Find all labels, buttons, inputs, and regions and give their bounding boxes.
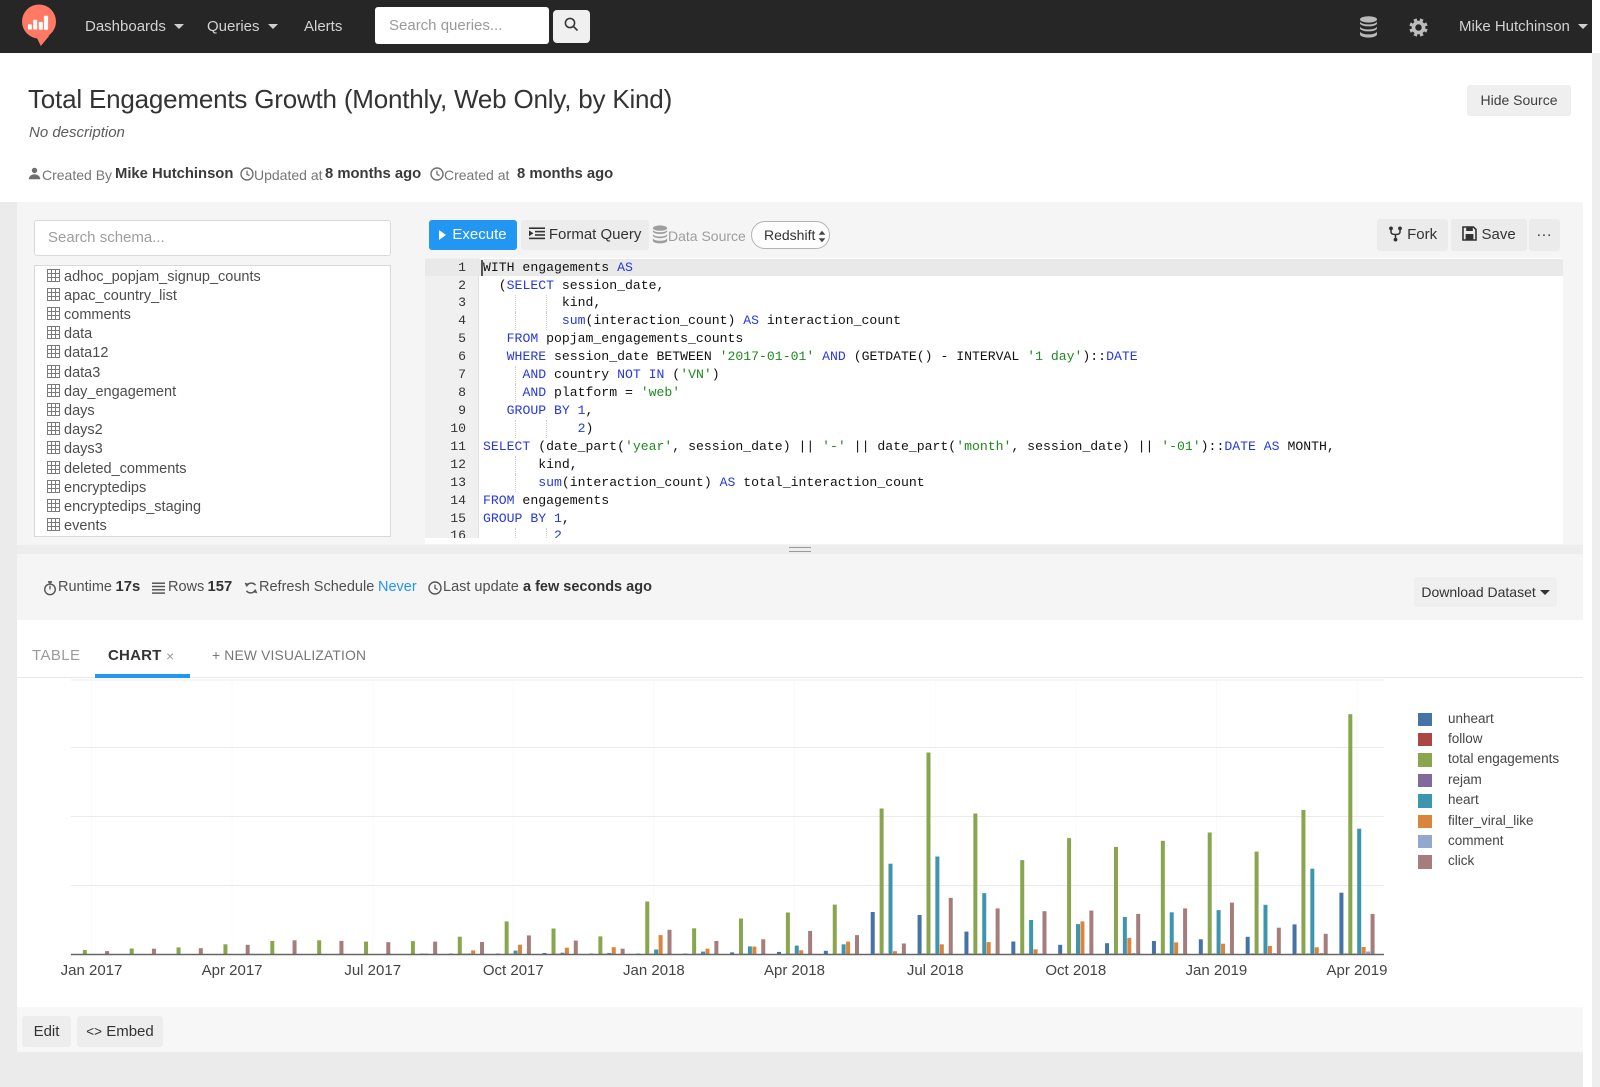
svg-text:Oct 2018: Oct 2018: [1045, 962, 1106, 979]
svg-text:Jan 2017: Jan 2017: [61, 962, 123, 979]
svg-text:Apr 2018: Apr 2018: [764, 962, 825, 979]
svg-text:Oct 2017: Oct 2017: [483, 962, 544, 979]
svg-text:Jan 2019: Jan 2019: [1186, 962, 1248, 979]
svg-text:Jul 2017: Jul 2017: [344, 962, 401, 979]
svg-text:Apr 2019: Apr 2019: [1327, 962, 1388, 979]
svg-text:Jan 2018: Jan 2018: [623, 962, 685, 979]
svg-text:Apr 2017: Apr 2017: [202, 962, 263, 979]
svg-text:Jul 2018: Jul 2018: [907, 962, 964, 979]
